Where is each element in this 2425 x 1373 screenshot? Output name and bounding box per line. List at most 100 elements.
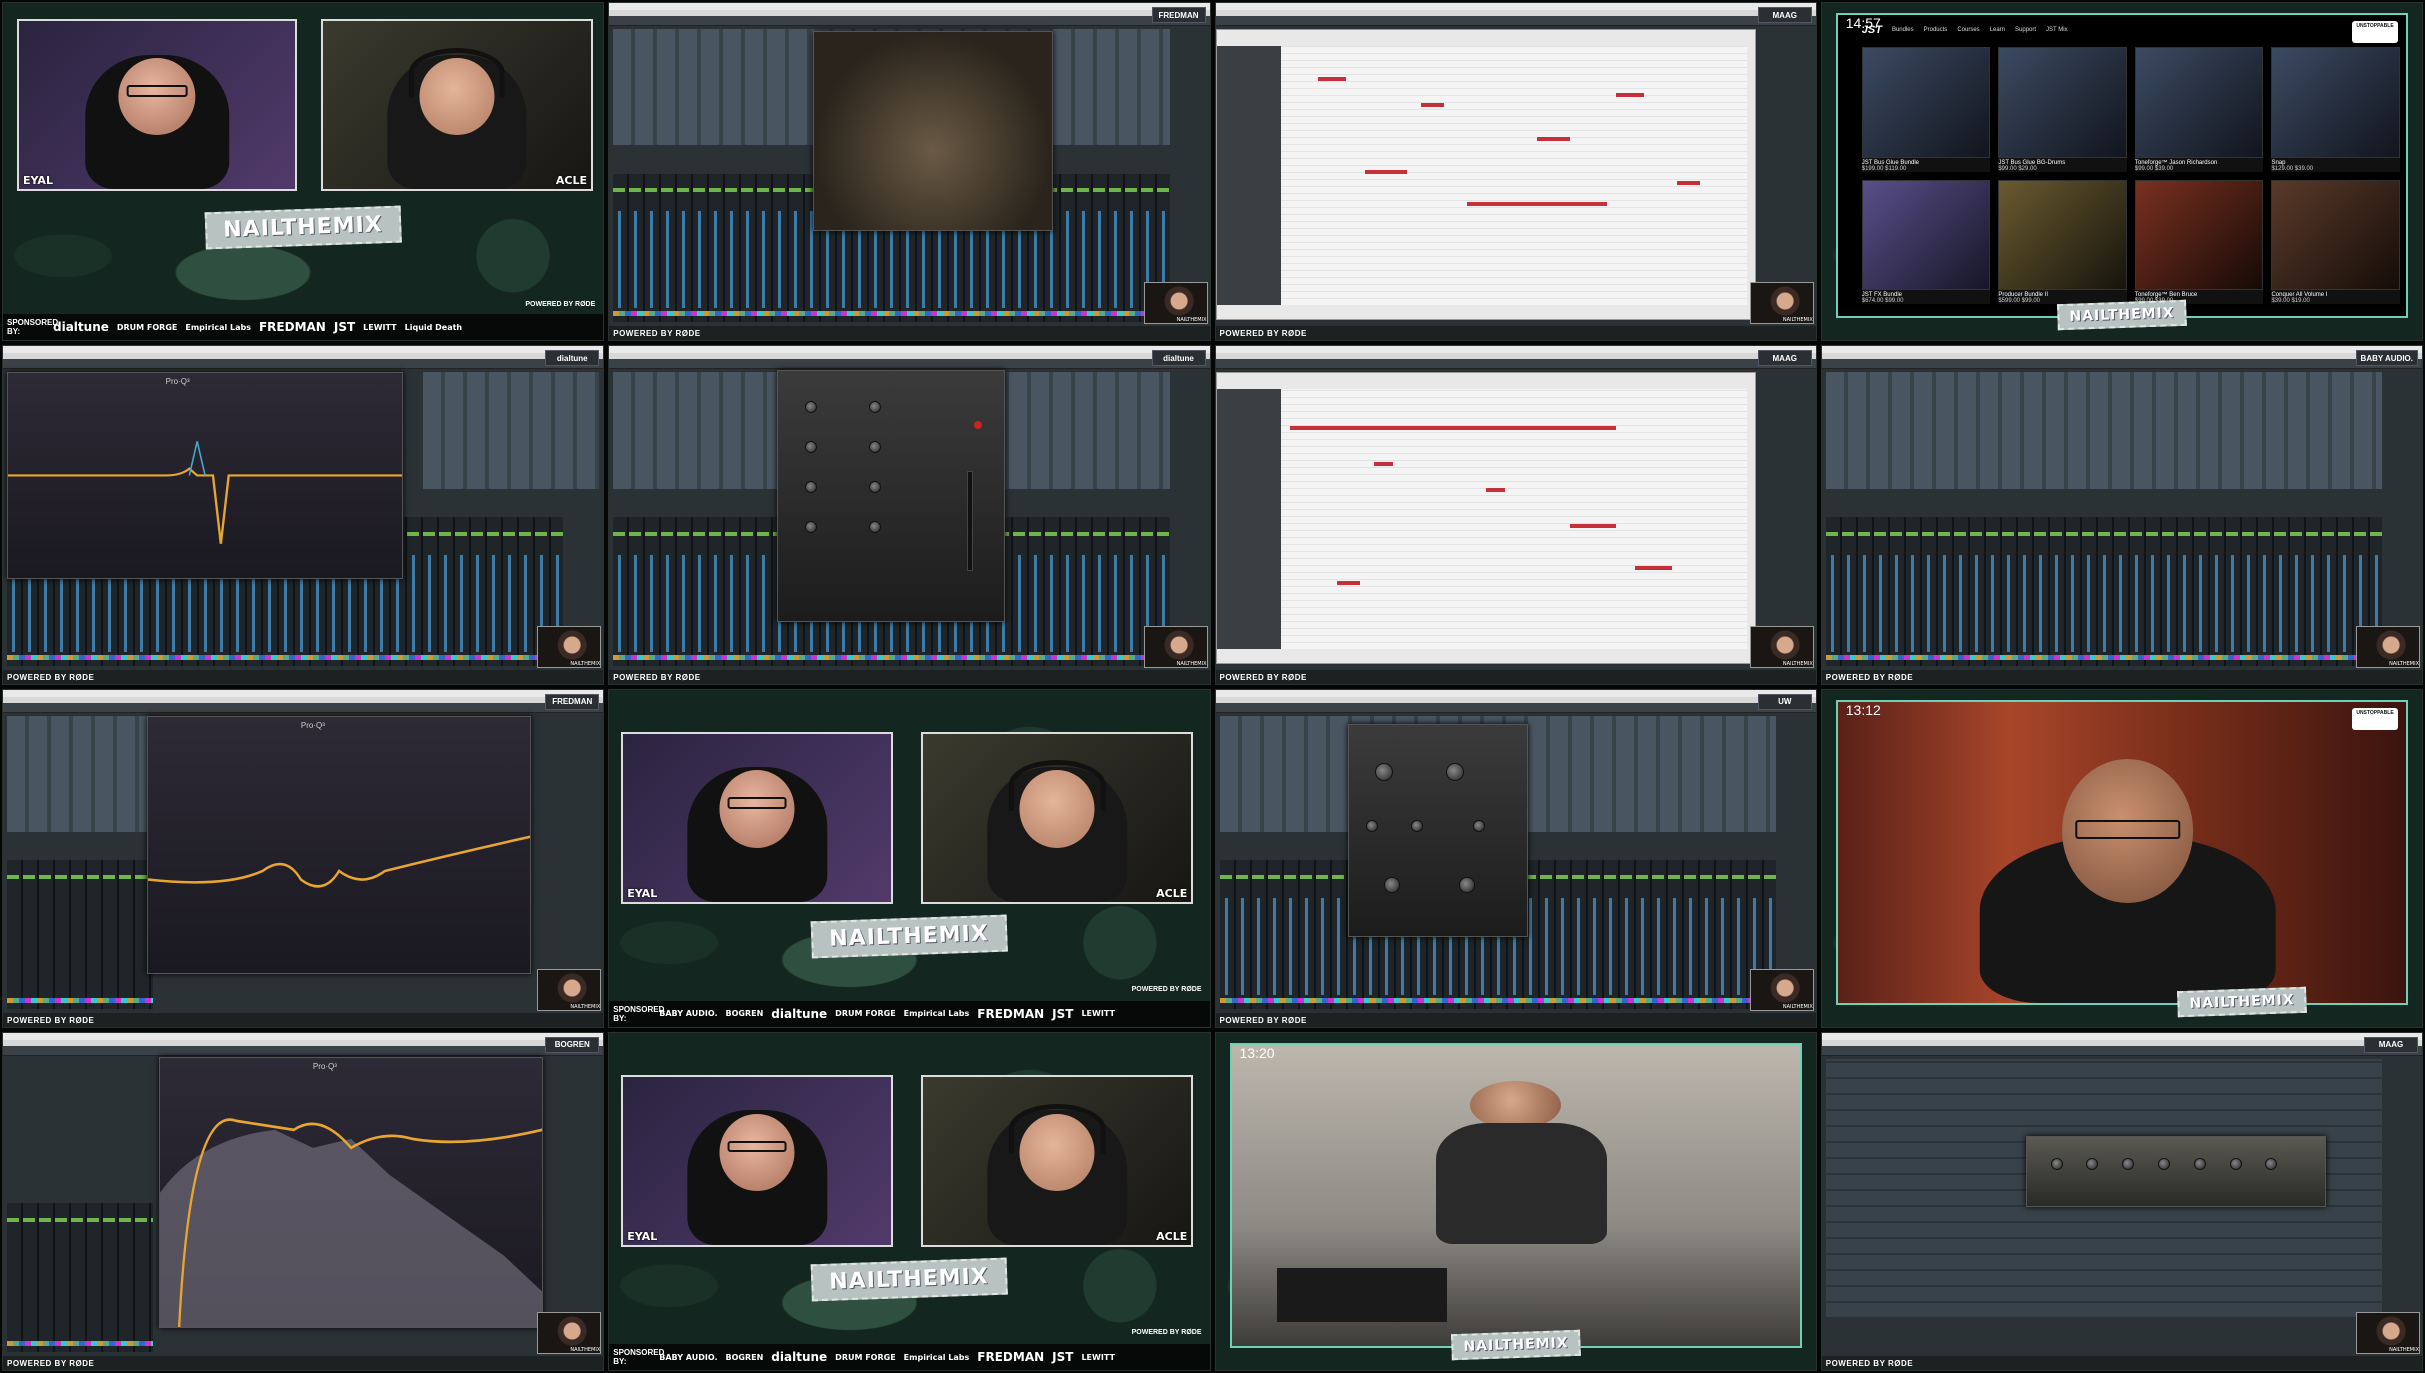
- guest-frame: [1835, 699, 2408, 1005]
- stream-highlight-grid: EYAL ACLE NAILTHEMIX POWERED BY RØDE SPO…: [0, 0, 2425, 1373]
- powered-by-rode: POWERED BY RØDE: [1825, 1359, 1914, 1368]
- tile-host-cams-1: EYAL ACLE NAILTHEMIX POWERED BY RØDE SPO…: [2, 2, 605, 342]
- sponsor-logo: dialtune: [771, 1350, 828, 1364]
- product-card[interactable]: Snap $129.00 $39.00: [2271, 47, 2400, 172]
- pip-logo: NAILTHEMIX: [1782, 317, 1813, 324]
- eq-plugin[interactable]: Pro·Q³: [147, 715, 532, 975]
- host-name-label: EYAL: [627, 1229, 658, 1243]
- product-card[interactable]: JST Bus Glue Bundle $199.00 $119.00: [1861, 47, 1991, 172]
- daw-window[interactable]: [609, 346, 1210, 670]
- drum-sampler-plugin[interactable]: [813, 31, 1054, 232]
- sponsor-logo: LEWITT: [1081, 1009, 1115, 1019]
- sponsor-tag: MAAG: [1757, 7, 1812, 23]
- product-card[interactable]: JST FX Bundle $674.00 $99.00: [1861, 179, 1991, 305]
- plugin-title: Pro·Q³: [165, 377, 190, 387]
- sponsor-bar: SPONSORED BY: dialtune DRUM FORGE Empiri…: [3, 314, 604, 341]
- plugin-title: Pro·Q³: [312, 1061, 337, 1071]
- host-name-label: EYAL: [23, 174, 53, 187]
- sponsor-tag: MAAG: [2364, 1036, 2418, 1053]
- eq-plugin[interactable]: Pro·Q³: [159, 1056, 544, 1329]
- midi-editor[interactable]: [1215, 29, 1756, 321]
- powered-by-rode: POWERED BY RØDE: [525, 301, 596, 309]
- sponsor-logo: FREDMAN: [258, 320, 326, 335]
- daw-window[interactable]: [1821, 346, 2422, 670]
- daw-window[interactable]: [1215, 3, 1816, 327]
- rack-eq-plugin[interactable]: [2025, 1136, 2326, 1208]
- store-nav-item[interactable]: Bundles: [1892, 27, 1914, 33]
- daw-window[interactable]: [1821, 1032, 2422, 1356]
- eq-plugin[interactable]: Pro·Q³: [7, 372, 404, 580]
- tile-host-cams-2: EYAL ACLE NAILTHEMIX POWERED BY RØDE SPO…: [608, 688, 1211, 1028]
- sponsor-logo: DRUM FORGE: [116, 322, 178, 332]
- product-card[interactable]: Toneforge™ Jason Richardson $99.00 $39.00: [2134, 47, 2264, 172]
- sponsor-logo: JST: [333, 320, 356, 335]
- product-card[interactable]: Producer Bundle II $599.00 $99.00: [1998, 179, 2127, 305]
- camera-feed-guest: ACLE: [921, 1074, 1194, 1247]
- guest-name-label: ACLE: [1156, 886, 1188, 900]
- sponsor-bar: SPONSORED BY: BABY AUDIO. BOGREN dialtun…: [609, 1344, 1210, 1370]
- daw-window[interactable]: Pro·Q³: [3, 689, 604, 1013]
- store-nav-item[interactable]: Learn: [1990, 27, 2005, 33]
- daw-window[interactable]: [1215, 346, 1816, 670]
- stream-timer: 13:12: [1845, 701, 1881, 718]
- sponsor-logo: FREDMAN: [977, 1350, 1045, 1364]
- store-nav-item[interactable]: JST Mix: [2046, 27, 2068, 33]
- daw-window[interactable]: [1215, 689, 1816, 1013]
- pip-logo: NAILTHEMIX: [570, 1003, 601, 1010]
- store-nav-item[interactable]: Courses: [1957, 27, 1979, 33]
- product-card[interactable]: Toneforge™ Ben Bruce$99.00 $39.00: [2134, 179, 2264, 305]
- compressor-plugin[interactable]: [1347, 723, 1528, 937]
- product-grid: JST Bus Glue Bundle $199.00 $119.00 JST B…: [1861, 47, 2400, 305]
- sponsor-bar: SPONSORED BY: BABY AUDIO. BOGREN dialtun…: [609, 1000, 1210, 1027]
- midi-editor[interactable]: [1215, 372, 1756, 664]
- powered-by-rode: POWERED BY RØDE: [613, 672, 701, 682]
- nailthemix-logo: NAILTHEMIX: [2056, 300, 2187, 331]
- sponsor-logo: Liquid Death: [404, 322, 463, 332]
- tile-host-cams-3: EYAL ACLE NAILTHEMIX POWERED BY RØDE SPO…: [608, 1031, 1211, 1371]
- store-nav-item[interactable]: Support: [2015, 27, 2036, 33]
- sponsor-tag: dialtune: [545, 350, 600, 367]
- pip-logo: NAILTHEMIX: [2389, 660, 2419, 667]
- nailthemix-logo: NAILTHEMIX: [1450, 1329, 1581, 1361]
- sponsor-tag: MAAG: [1757, 350, 1812, 367]
- sponsor-logo: Empirical Labs: [903, 1009, 970, 1019]
- sponsor-logo: BOGREN: [725, 1352, 764, 1362]
- sponsor-tag: BOGREN: [545, 1036, 600, 1053]
- store-logo[interactable]: JST: [1862, 24, 1882, 36]
- studio-frame: [1229, 1042, 1802, 1348]
- powered-by-rode: POWERED BY RØDE: [7, 1015, 95, 1025]
- channel-strip-plugin[interactable]: [777, 370, 1006, 623]
- tile-daw-eq-3: Pro·Q³ BOGREN NAILTHEMIX POWERED BY RØDE: [2, 1031, 605, 1371]
- powered-by-rode: POWERED BY RØDE: [7, 672, 95, 682]
- store-nav[interactable]: JST Bundles Products Courses Learn Suppo…: [1862, 21, 2352, 39]
- pip-logo: NAILTHEMIX: [1176, 660, 1207, 667]
- daw-window[interactable]: Pro·Q³: [3, 346, 604, 670]
- camera-feed-guest: ACLE: [321, 19, 593, 191]
- daw-window[interactable]: [609, 3, 1210, 327]
- camera-feed-host: EYAL: [17, 19, 297, 191]
- tile-daw-eq-2: Pro·Q³ FREDMAN NAILTHEMIX POWERED BY RØD…: [2, 688, 605, 1028]
- camera-feed-host: EYAL: [621, 1074, 894, 1247]
- tile-daw-midi-editor-2: MAAG NAILTHEMIX POWERED BY RØDE: [1214, 345, 1817, 685]
- tile-guest-cam: 13:12 UNSTOPPABLE NAILTHEMIX: [1820, 688, 2423, 1028]
- nailthemix-logo: NAILTHEMIX: [204, 205, 402, 250]
- product-card[interactable]: Conquer All Volume I $39.00 $19.00: [2271, 179, 2400, 305]
- tile-studio-cam: 13:20 NAILTHEMIX: [1214, 1031, 1817, 1371]
- nailthemix-logo: NAILTHEMIX: [2176, 986, 2307, 1017]
- sponsor-logo: DRUM FORGE: [835, 1009, 896, 1019]
- tile-daw-channel-strip: dialtune NAILTHEMIX POWERED BY RØDE: [608, 345, 1211, 685]
- camera-feed-host: EYAL: [621, 731, 894, 904]
- sponsor-logo: Empirical Labs: [903, 1352, 970, 1362]
- store-nav-item[interactable]: Products: [1924, 27, 1948, 33]
- sponsor-tag: FREDMAN: [1151, 7, 1206, 23]
- stream-timer: 13:20: [1239, 1044, 1275, 1061]
- tile-daw-arrange-rack: MAAG NAILTHEMIX POWERED BY RØDE: [1820, 1031, 2423, 1371]
- sponsor-logo: LEWITT: [363, 322, 397, 332]
- daw-window[interactable]: Pro·Q³: [3, 1032, 604, 1356]
- tile-daw-midi-editor: MAAG NAILTHEMIX POWERED BY RØDE: [1214, 2, 1817, 342]
- sponsor-logo: BABY AUDIO.: [659, 1009, 718, 1019]
- product-card[interactable]: JST Bus Glue BG-Drums $99.00 $29.00: [1998, 47, 2127, 172]
- tile-daw-drum-sampler: FREDMAN NAILTHEMIX POWERED BY RØDE: [608, 2, 1211, 342]
- sponsor-logo: LEWITT: [1081, 1352, 1115, 1362]
- sponsored-by-label: SPONSORED BY:: [613, 1004, 665, 1023]
